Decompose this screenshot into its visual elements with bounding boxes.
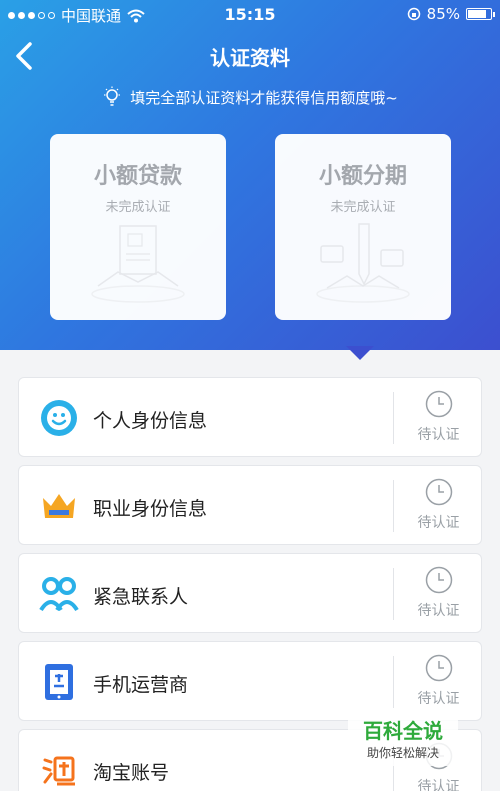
list-item-professional-id[interactable]: 职业身份信息 待认证 (18, 465, 482, 545)
status-text: 待认证 (417, 779, 460, 791)
taobao-icon (41, 752, 77, 788)
card-small-loan[interactable]: 小额贷款 未完成认证 (50, 134, 226, 320)
phone-carrier-icon (45, 664, 73, 700)
list-item-label: 淘宝账号 (93, 762, 170, 784)
document-illustration-icon (91, 225, 185, 303)
status-block: 待认证 (394, 654, 483, 708)
clock-icon (425, 566, 452, 594)
nav-bar: 认证资料 (0, 36, 500, 76)
tip-banner: 填完全部认证资料才能获得信用额度哦~ (0, 86, 500, 108)
status-text: 待认证 (417, 603, 460, 619)
card-subtitle: 未完成认证 (330, 200, 396, 215)
status-text: 待认证 (417, 515, 460, 531)
status-text: 待认证 (417, 691, 460, 707)
list-item-label: 手机运营商 (93, 674, 189, 696)
card-small-installment[interactable]: 小额分期 未完成认证 (275, 134, 451, 320)
status-block: 待认证 (394, 566, 483, 620)
page-title: 认证资料 (210, 46, 290, 70)
watermark-title: 百科全说 (363, 719, 443, 743)
crown-icon (43, 494, 75, 518)
smile-icon (41, 400, 77, 436)
clock-icon (425, 654, 452, 682)
status-text: 待认证 (417, 427, 460, 443)
list-item-label: 职业身份信息 (93, 498, 208, 520)
status-block: 待认证 (394, 390, 483, 444)
list-item-label: 个人身份信息 (93, 410, 208, 432)
lightbulb-icon (104, 86, 121, 106)
tip-text: 填完全部认证资料才能获得信用额度哦~ (130, 88, 398, 107)
status-block: 待认证 (394, 478, 483, 532)
list-item-emergency-contact[interactable]: 紧急联系人 待认证 (18, 553, 482, 633)
orientation-lock-icon (407, 7, 420, 21)
contacts-icon (39, 577, 79, 612)
clock-icon (425, 478, 452, 506)
selection-pointer (346, 346, 374, 360)
card-subtitle: 未完成认证 (105, 200, 171, 215)
card-title: 小额分期 (318, 164, 407, 189)
status-bar: 中国联通 15:15 85% (0, 0, 500, 30)
card-title: 小额贷款 (93, 164, 182, 189)
list-item-personal-id[interactable]: 个人身份信息 待认证 (18, 377, 482, 457)
battery-icon (466, 8, 495, 20)
status-right: 85% (407, 5, 495, 23)
watermark-subtitle: 助你轻松解决 (366, 746, 439, 760)
list-item-label: 紧急联系人 (93, 586, 189, 608)
battery-fill (468, 10, 486, 18)
clock-icon (425, 390, 452, 418)
battery-percent: 85% (426, 5, 460, 23)
pen-illustration-icon (316, 223, 410, 303)
watermark: 百科全说 助你轻松解决 (348, 718, 458, 766)
list-item-mobile-carrier[interactable]: 手机运营商 待认证 (18, 641, 482, 721)
